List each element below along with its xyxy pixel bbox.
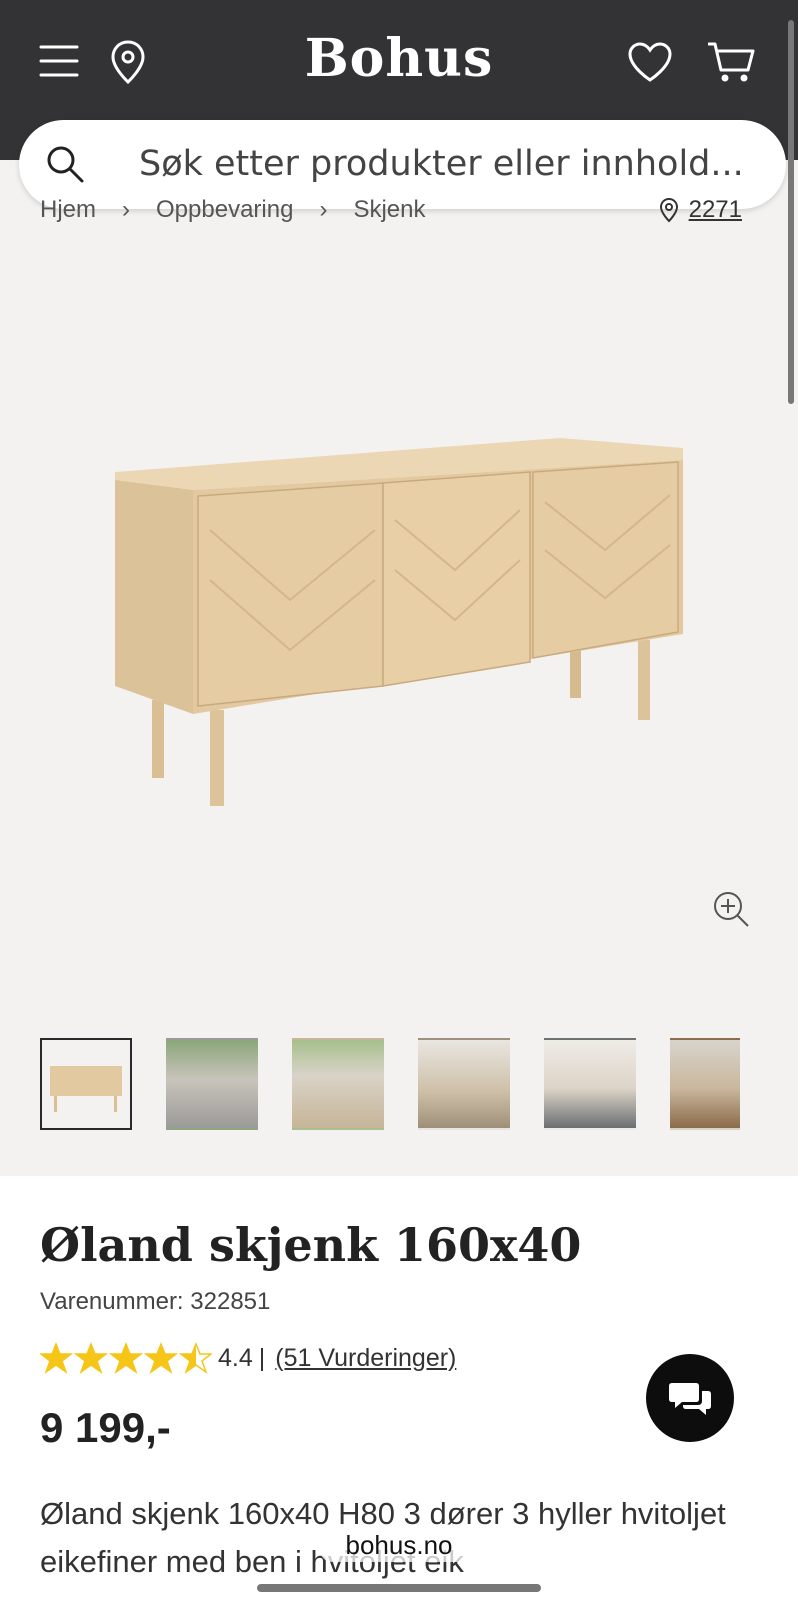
reviews-link[interactable]: (51 Vurderinger): [275, 1344, 456, 1373]
location-pin-icon: [659, 197, 678, 223]
breadcrumb-separator: ›: [319, 196, 328, 223]
thumbnail-strip: [40, 1038, 740, 1130]
heart-icon[interactable]: [626, 40, 674, 84]
rating-separator: |: [258, 1343, 266, 1372]
thumbnail-3[interactable]: [292, 1038, 384, 1130]
search-icon: [45, 144, 85, 189]
product-rating: 4.4 | (51 Vurderinger): [40, 1342, 456, 1374]
breadcrumb-item-storage[interactable]: Oppbevaring: [156, 196, 293, 224]
thumbnail-2[interactable]: [166, 1038, 258, 1130]
thumbnail-1[interactable]: [40, 1038, 132, 1130]
rating-stars-icon: [40, 1342, 212, 1374]
url-domain: bohus.no: [319, 1528, 479, 1562]
scrollbar[interactable]: [788, 20, 794, 404]
rating-value: 4.4: [218, 1343, 253, 1372]
site-logo[interactable]: Bohus: [0, 28, 798, 89]
store-selector[interactable]: 2271: [659, 196, 742, 224]
home-indicator[interactable]: [257, 1584, 541, 1592]
product-image[interactable]: [0, 240, 798, 1000]
thumbnail-6[interactable]: [670, 1038, 740, 1130]
chat-button[interactable]: [646, 1354, 734, 1442]
product-sku: Varenummer: 322851: [40, 1288, 271, 1315]
breadcrumb: Hjem › Oppbevaring › Skjenk: [40, 196, 426, 224]
search-placeholder: Søk etter produkter eller innhold...: [139, 144, 744, 184]
product-price: 9 199,-: [40, 1404, 171, 1451]
store-label: 2271: [688, 196, 742, 223]
cart-icon[interactable]: [706, 40, 756, 84]
breadcrumb-item-sideboard[interactable]: Skjenk: [353, 196, 425, 224]
thumbnail-5[interactable]: [544, 1038, 636, 1130]
breadcrumb-separator: ›: [122, 196, 131, 223]
chat-icon: [669, 1383, 711, 1415]
zoom-icon[interactable]: [714, 892, 749, 927]
thumbnail-4[interactable]: [418, 1038, 510, 1130]
product-title: Øland skjenk 160x40: [40, 1218, 582, 1272]
breadcrumb-item-home[interactable]: Hjem: [40, 196, 96, 224]
browser-url-bar[interactable]: bohus.no: [0, 1528, 798, 1562]
